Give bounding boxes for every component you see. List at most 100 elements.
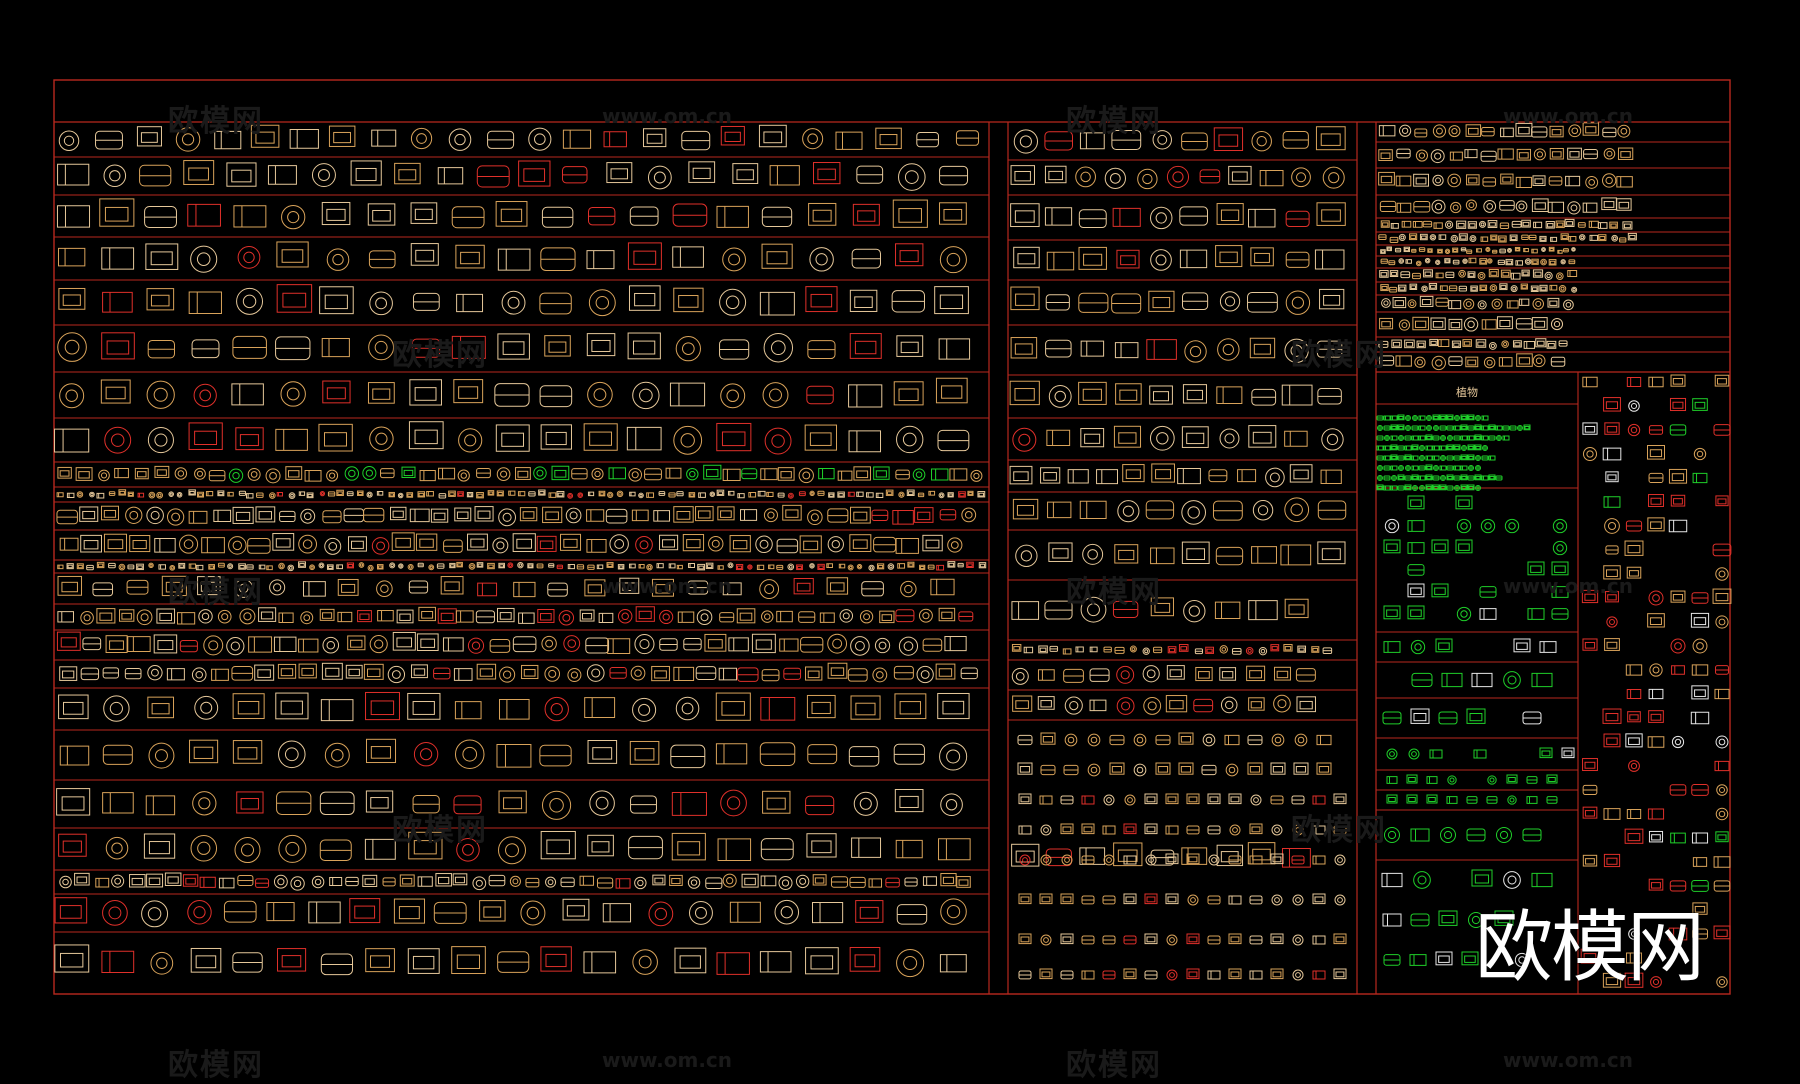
symbol-block[interactable] bbox=[1690, 612, 1710, 628]
symbol-block[interactable] bbox=[1648, 830, 1664, 843]
furniture-block[interactable] bbox=[1081, 823, 1095, 835]
furniture-block[interactable] bbox=[193, 383, 217, 408]
furniture-block[interactable] bbox=[1104, 167, 1126, 189]
symbol-block[interactable] bbox=[1604, 518, 1620, 534]
furniture-block[interactable] bbox=[892, 199, 928, 228]
small-block[interactable] bbox=[1540, 258, 1547, 266]
furniture-block[interactable] bbox=[776, 564, 784, 570]
furniture-block[interactable] bbox=[269, 492, 276, 499]
furniture-block[interactable] bbox=[1186, 793, 1200, 805]
furniture-block[interactable] bbox=[54, 944, 90, 973]
small-block[interactable] bbox=[1390, 222, 1399, 229]
plant-block[interactable] bbox=[1411, 444, 1419, 451]
furniture-block[interactable] bbox=[638, 564, 645, 569]
furniture-block[interactable] bbox=[760, 697, 796, 721]
furniture-block[interactable] bbox=[1060, 823, 1074, 835]
furniture-block[interactable] bbox=[895, 243, 924, 267]
furniture-block[interactable] bbox=[319, 491, 326, 497]
furniture-block[interactable] bbox=[1322, 166, 1345, 189]
furniture-block[interactable] bbox=[1012, 498, 1039, 520]
furniture-block[interactable] bbox=[80, 667, 100, 681]
furniture-block[interactable] bbox=[538, 489, 546, 496]
small-block[interactable] bbox=[1515, 260, 1523, 266]
furniture-block[interactable] bbox=[544, 696, 569, 722]
furniture-block[interactable] bbox=[1143, 696, 1162, 715]
furniture-block[interactable] bbox=[495, 424, 530, 452]
furniture-block[interactable] bbox=[393, 898, 426, 924]
plant-block[interactable] bbox=[1397, 485, 1405, 491]
furniture-block[interactable] bbox=[239, 608, 256, 625]
furniture-block[interactable] bbox=[1178, 644, 1189, 652]
plant-block[interactable] bbox=[1460, 454, 1468, 461]
furniture-block[interactable] bbox=[426, 490, 434, 497]
furniture-block[interactable] bbox=[492, 537, 509, 554]
furniture-block[interactable] bbox=[102, 900, 128, 926]
small-block[interactable] bbox=[1394, 247, 1402, 253]
furniture-block[interactable] bbox=[630, 795, 657, 814]
furniture-block[interactable] bbox=[410, 127, 433, 150]
small-block[interactable] bbox=[1545, 221, 1555, 229]
furniture-block[interactable] bbox=[719, 612, 735, 623]
small-block[interactable] bbox=[1531, 317, 1548, 330]
plant-block[interactable] bbox=[1383, 641, 1401, 653]
furniture-block[interactable] bbox=[66, 563, 74, 570]
furniture-block[interactable] bbox=[174, 467, 188, 480]
furniture-block[interactable] bbox=[285, 466, 303, 480]
furniture-block[interactable] bbox=[895, 469, 910, 480]
furniture-block[interactable] bbox=[327, 491, 336, 497]
furniture-block[interactable] bbox=[237, 874, 254, 886]
furniture-block[interactable] bbox=[1215, 245, 1243, 268]
furniture-block[interactable] bbox=[764, 427, 792, 455]
small-block[interactable] bbox=[1380, 284, 1389, 292]
small-block[interactable] bbox=[1397, 284, 1407, 292]
furniture-block[interactable] bbox=[145, 795, 176, 816]
furniture-block[interactable] bbox=[280, 381, 306, 407]
furniture-block[interactable] bbox=[144, 206, 177, 229]
furniture-block[interactable] bbox=[1040, 467, 1061, 484]
furniture-block[interactable] bbox=[476, 468, 491, 479]
small-block[interactable] bbox=[1480, 150, 1497, 162]
furniture-block[interactable] bbox=[187, 900, 212, 925]
furniture-block[interactable] bbox=[188, 489, 196, 496]
small-block[interactable] bbox=[1391, 339, 1402, 349]
symbol-block[interactable] bbox=[1624, 540, 1644, 556]
furniture-block[interactable] bbox=[82, 637, 102, 651]
furniture-block[interactable] bbox=[377, 564, 384, 570]
plant-block[interactable] bbox=[1439, 465, 1447, 471]
small-block[interactable] bbox=[1491, 298, 1503, 310]
furniture-block[interactable] bbox=[1010, 286, 1040, 311]
furniture-block[interactable] bbox=[558, 610, 575, 626]
furniture-block[interactable] bbox=[303, 581, 326, 597]
furniture-block[interactable] bbox=[118, 489, 127, 496]
small-block[interactable] bbox=[1498, 235, 1507, 243]
furniture-block[interactable] bbox=[1265, 467, 1285, 488]
furniture-block[interactable] bbox=[871, 509, 889, 522]
plant-block[interactable] bbox=[1418, 475, 1426, 481]
furniture-block[interactable] bbox=[1207, 935, 1221, 945]
furniture-block[interactable] bbox=[194, 467, 206, 480]
furniture-block[interactable] bbox=[300, 611, 314, 625]
furniture-block[interactable] bbox=[57, 611, 74, 623]
furniture-block[interactable] bbox=[677, 611, 695, 623]
furniture-block[interactable] bbox=[716, 422, 752, 452]
small-block[interactable] bbox=[1541, 247, 1546, 252]
furniture-block[interactable] bbox=[533, 466, 547, 480]
furniture-block[interactable] bbox=[1150, 249, 1172, 271]
furniture-block[interactable] bbox=[119, 609, 135, 622]
furniture-block[interactable] bbox=[866, 492, 874, 498]
plant-block[interactable] bbox=[1481, 455, 1489, 461]
furniture-block[interactable] bbox=[759, 951, 792, 973]
small-block[interactable] bbox=[1549, 147, 1564, 160]
furniture-block[interactable] bbox=[324, 537, 342, 555]
furniture-block[interactable] bbox=[1011, 601, 1040, 620]
plant-block[interactable] bbox=[1446, 474, 1454, 481]
furniture-block[interactable] bbox=[652, 874, 666, 886]
furniture-block[interactable] bbox=[596, 564, 604, 570]
furniture-block[interactable] bbox=[1064, 733, 1078, 747]
furniture-block[interactable] bbox=[759, 579, 780, 599]
furniture-block[interactable] bbox=[1186, 933, 1200, 945]
furniture-block[interactable] bbox=[1297, 645, 1307, 653]
plant-block[interactable] bbox=[1474, 474, 1482, 481]
furniture-block[interactable] bbox=[1009, 465, 1033, 485]
plant-block[interactable] bbox=[1453, 475, 1461, 481]
